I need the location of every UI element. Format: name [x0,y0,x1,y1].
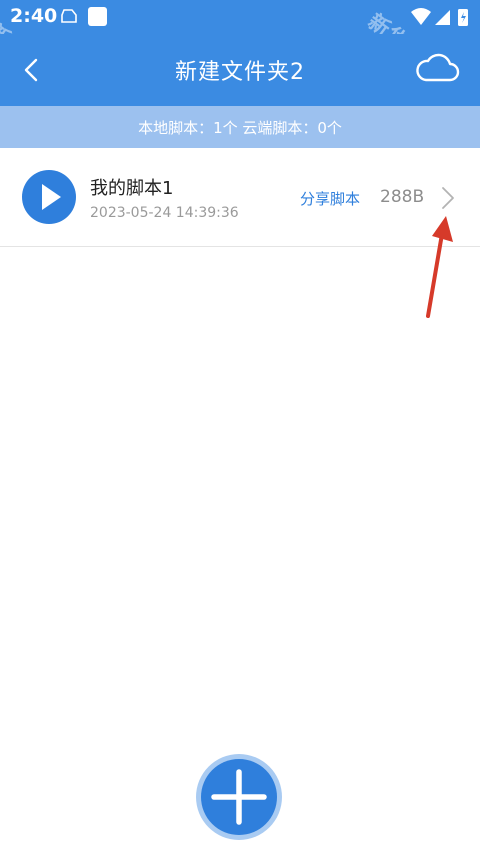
cloud-icon [416,53,460,82]
script-name: 我的脚本1 [90,178,174,199]
chevron-right-icon [442,187,454,209]
script-size: 288B [380,187,425,207]
status-icons [410,7,472,31]
notification-icon [88,7,107,26]
plus-icon [211,769,267,825]
script-date: 2023-05-24 14:39:36 [90,205,239,221]
script-count-bar: 本地脚本：1个 云端脚本：0个 [0,106,480,148]
add-script-button[interactable] [201,759,277,835]
signal-icon [435,10,450,25]
status-time: 2:40 [10,5,58,27]
drive-icon [60,8,78,28]
app-bar: 新建文件夹2 [0,34,480,106]
list-item[interactable]: 我的脚本1 2023-05-24 14:39:36 分享脚本 288B [0,148,480,247]
script-count-text: 本地脚本：1个 云端脚本：0个 [138,118,342,137]
share-script-button[interactable]: 分享脚本 [300,188,360,209]
status-bar: 2:40 新华手游网 新华手游网 [0,0,480,103]
page-title: 新建文件夹2 [175,60,305,85]
play-button[interactable] [22,170,76,224]
play-icon [42,184,61,210]
annotation-arrow [420,210,460,324]
wifi-icon [411,8,431,25]
cloud-button[interactable] [414,50,460,90]
